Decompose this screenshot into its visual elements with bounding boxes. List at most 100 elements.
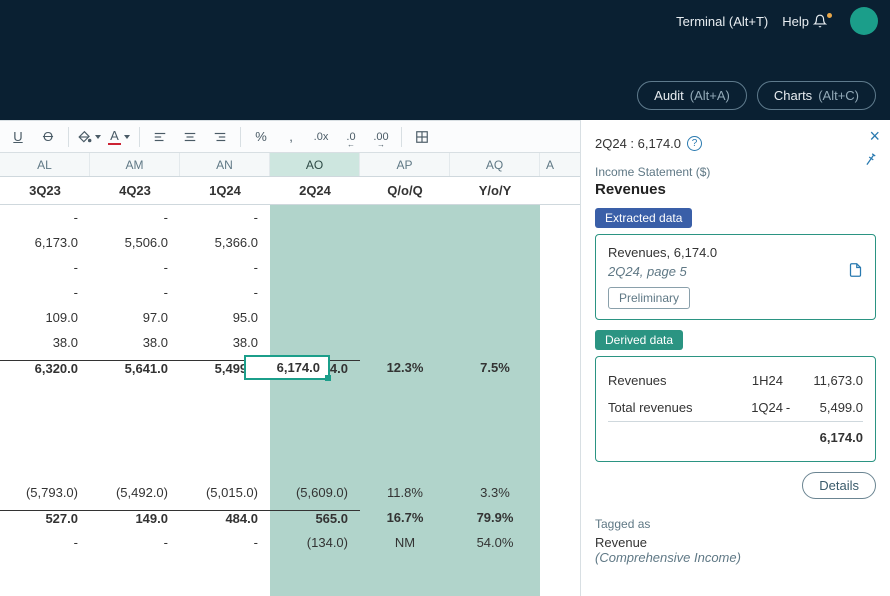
derived-label: Total revenues: [608, 400, 723, 415]
period-header: Q/o/Q: [360, 177, 450, 204]
col-letter[interactable]: A: [540, 153, 580, 176]
cell[interactable]: 12.3%: [360, 360, 450, 375]
tab-charts-shortcut: (Alt+C): [818, 88, 859, 103]
cell[interactable]: (5,015.0): [180, 485, 270, 500]
tab-audit[interactable]: Audit (Alt+A): [637, 81, 747, 110]
underline-button[interactable]: U: [4, 125, 32, 149]
cell[interactable]: -: [180, 210, 270, 225]
thousands-button[interactable]: ,: [277, 125, 305, 149]
help-link[interactable]: Help: [782, 14, 836, 29]
cell[interactable]: 6,320.0: [0, 360, 90, 376]
cell[interactable]: 5,641.0: [90, 360, 180, 376]
cell[interactable]: -: [90, 285, 180, 300]
derived-badge: Derived data: [595, 330, 683, 350]
tab-charts-label: Charts: [774, 88, 812, 103]
percent-button[interactable]: %: [247, 125, 275, 149]
cell[interactable]: 149.0: [90, 510, 180, 526]
cell[interactable]: 527.0: [0, 510, 90, 526]
derived-op: -: [783, 400, 793, 415]
cell[interactable]: 79.9%: [450, 510, 540, 525]
cell[interactable]: (5,793.0): [0, 485, 90, 500]
period-header: 4Q23: [90, 177, 180, 204]
cell[interactable]: -: [90, 535, 180, 550]
align-left-button[interactable]: [146, 125, 174, 149]
col-letter-active[interactable]: AO: [270, 153, 360, 176]
cell[interactable]: (134.0): [270, 535, 360, 550]
cell[interactable]: 16.7%: [360, 510, 450, 525]
grid-body[interactable]: ---6,173.05,506.05,366.0------109.097.09…: [0, 205, 580, 596]
fill-color-button[interactable]: [75, 125, 103, 149]
cell[interactable]: NM: [360, 535, 450, 550]
derived-period: 1H24: [723, 373, 783, 388]
cell[interactable]: -: [180, 535, 270, 550]
table-row: [0, 380, 580, 405]
tab-audit-shortcut: (Alt+A): [690, 88, 730, 103]
cell[interactable]: 38.0: [90, 335, 180, 350]
cell[interactable]: 38.0: [180, 335, 270, 350]
cell[interactable]: 3.3%: [450, 485, 540, 500]
fill-handle[interactable]: [325, 375, 331, 381]
cell[interactable]: -: [0, 535, 90, 550]
cell[interactable]: -: [180, 260, 270, 275]
help-label: Help: [782, 14, 809, 29]
cell[interactable]: -: [0, 285, 90, 300]
notification-dot-icon: [827, 13, 832, 18]
align-right-icon: [213, 130, 227, 144]
decrease-decimal-button[interactable]: .0←: [337, 125, 365, 149]
align-center-button[interactable]: [176, 125, 204, 149]
cell[interactable]: (5,609.0): [270, 485, 360, 500]
details-button[interactable]: Details: [802, 472, 876, 499]
top-bar: Terminal (Alt+T) Help: [0, 0, 890, 42]
table-row: ---(134.0)NM54.0%: [0, 530, 580, 555]
cell[interactable]: 484.0: [180, 510, 270, 526]
derived-total: 6,174.0: [793, 430, 863, 445]
period-header-row: 3Q23 4Q23 1Q24 2Q24 Q/o/Q Y/o/Y: [0, 177, 580, 205]
cell[interactable]: (5,492.0): [90, 485, 180, 500]
tag-comprehensive: (Comprehensive Income): [595, 550, 876, 565]
avatar[interactable]: [850, 7, 878, 35]
cell[interactable]: -: [90, 260, 180, 275]
col-letter[interactable]: AL: [0, 153, 90, 176]
derived-card: Revenues 1H24 11,673.0 Total revenues 1Q…: [595, 356, 876, 462]
cell[interactable]: 5,366.0: [180, 235, 270, 250]
cell[interactable]: -: [180, 285, 270, 300]
cell[interactable]: -: [0, 210, 90, 225]
cell[interactable]: 11.8%: [360, 485, 450, 500]
cell[interactable]: -: [0, 260, 90, 275]
cell[interactable]: 109.0: [0, 310, 90, 325]
align-right-button[interactable]: [206, 125, 234, 149]
table-row: 6,173.05,506.05,366.0: [0, 230, 580, 255]
help-icon[interactable]: ?: [687, 136, 702, 151]
borders-button[interactable]: [408, 125, 436, 149]
tab-charts[interactable]: Charts (Alt+C): [757, 81, 876, 110]
cell[interactable]: 5,506.0: [90, 235, 180, 250]
table-row: 38.038.038.0: [0, 330, 580, 355]
extracted-source: 2Q24, page 5: [608, 264, 863, 279]
panel-subtitle: Income Statement ($): [595, 165, 876, 179]
extracted-card[interactable]: Revenues, 6,174.0 2Q24, page 5 Prelimina…: [595, 234, 876, 320]
cell[interactable]: 565.0: [270, 510, 360, 526]
terminal-link[interactable]: Terminal (Alt+T): [676, 14, 768, 29]
cell[interactable]: 54.0%: [450, 535, 540, 550]
extracted-line: Revenues, 6,174.0: [608, 245, 863, 260]
text-color-button[interactable]: A: [105, 125, 133, 149]
cell[interactable]: 95.0: [180, 310, 270, 325]
cell[interactable]: 97.0: [90, 310, 180, 325]
close-icon[interactable]: ×: [869, 126, 880, 147]
multiply-button[interactable]: .0x: [307, 125, 335, 149]
document-icon[interactable]: [848, 261, 863, 279]
align-left-icon: [153, 130, 167, 144]
col-letter[interactable]: AN: [180, 153, 270, 176]
col-letter[interactable]: AQ: [450, 153, 540, 176]
cell[interactable]: 7.5%: [450, 360, 540, 375]
tab-audit-label: Audit: [654, 88, 684, 103]
col-letter[interactable]: AP: [360, 153, 450, 176]
cell[interactable]: 6,173.0: [0, 235, 90, 250]
strikethrough-button[interactable]: O: [34, 125, 62, 149]
cell[interactable]: 38.0: [0, 335, 90, 350]
cell[interactable]: -: [90, 210, 180, 225]
selected-cell[interactable]: 6,174.0: [244, 355, 330, 380]
increase-decimal-button[interactable]: .00→: [367, 125, 395, 149]
bell-icon: [813, 14, 827, 28]
col-letter[interactable]: AM: [90, 153, 180, 176]
